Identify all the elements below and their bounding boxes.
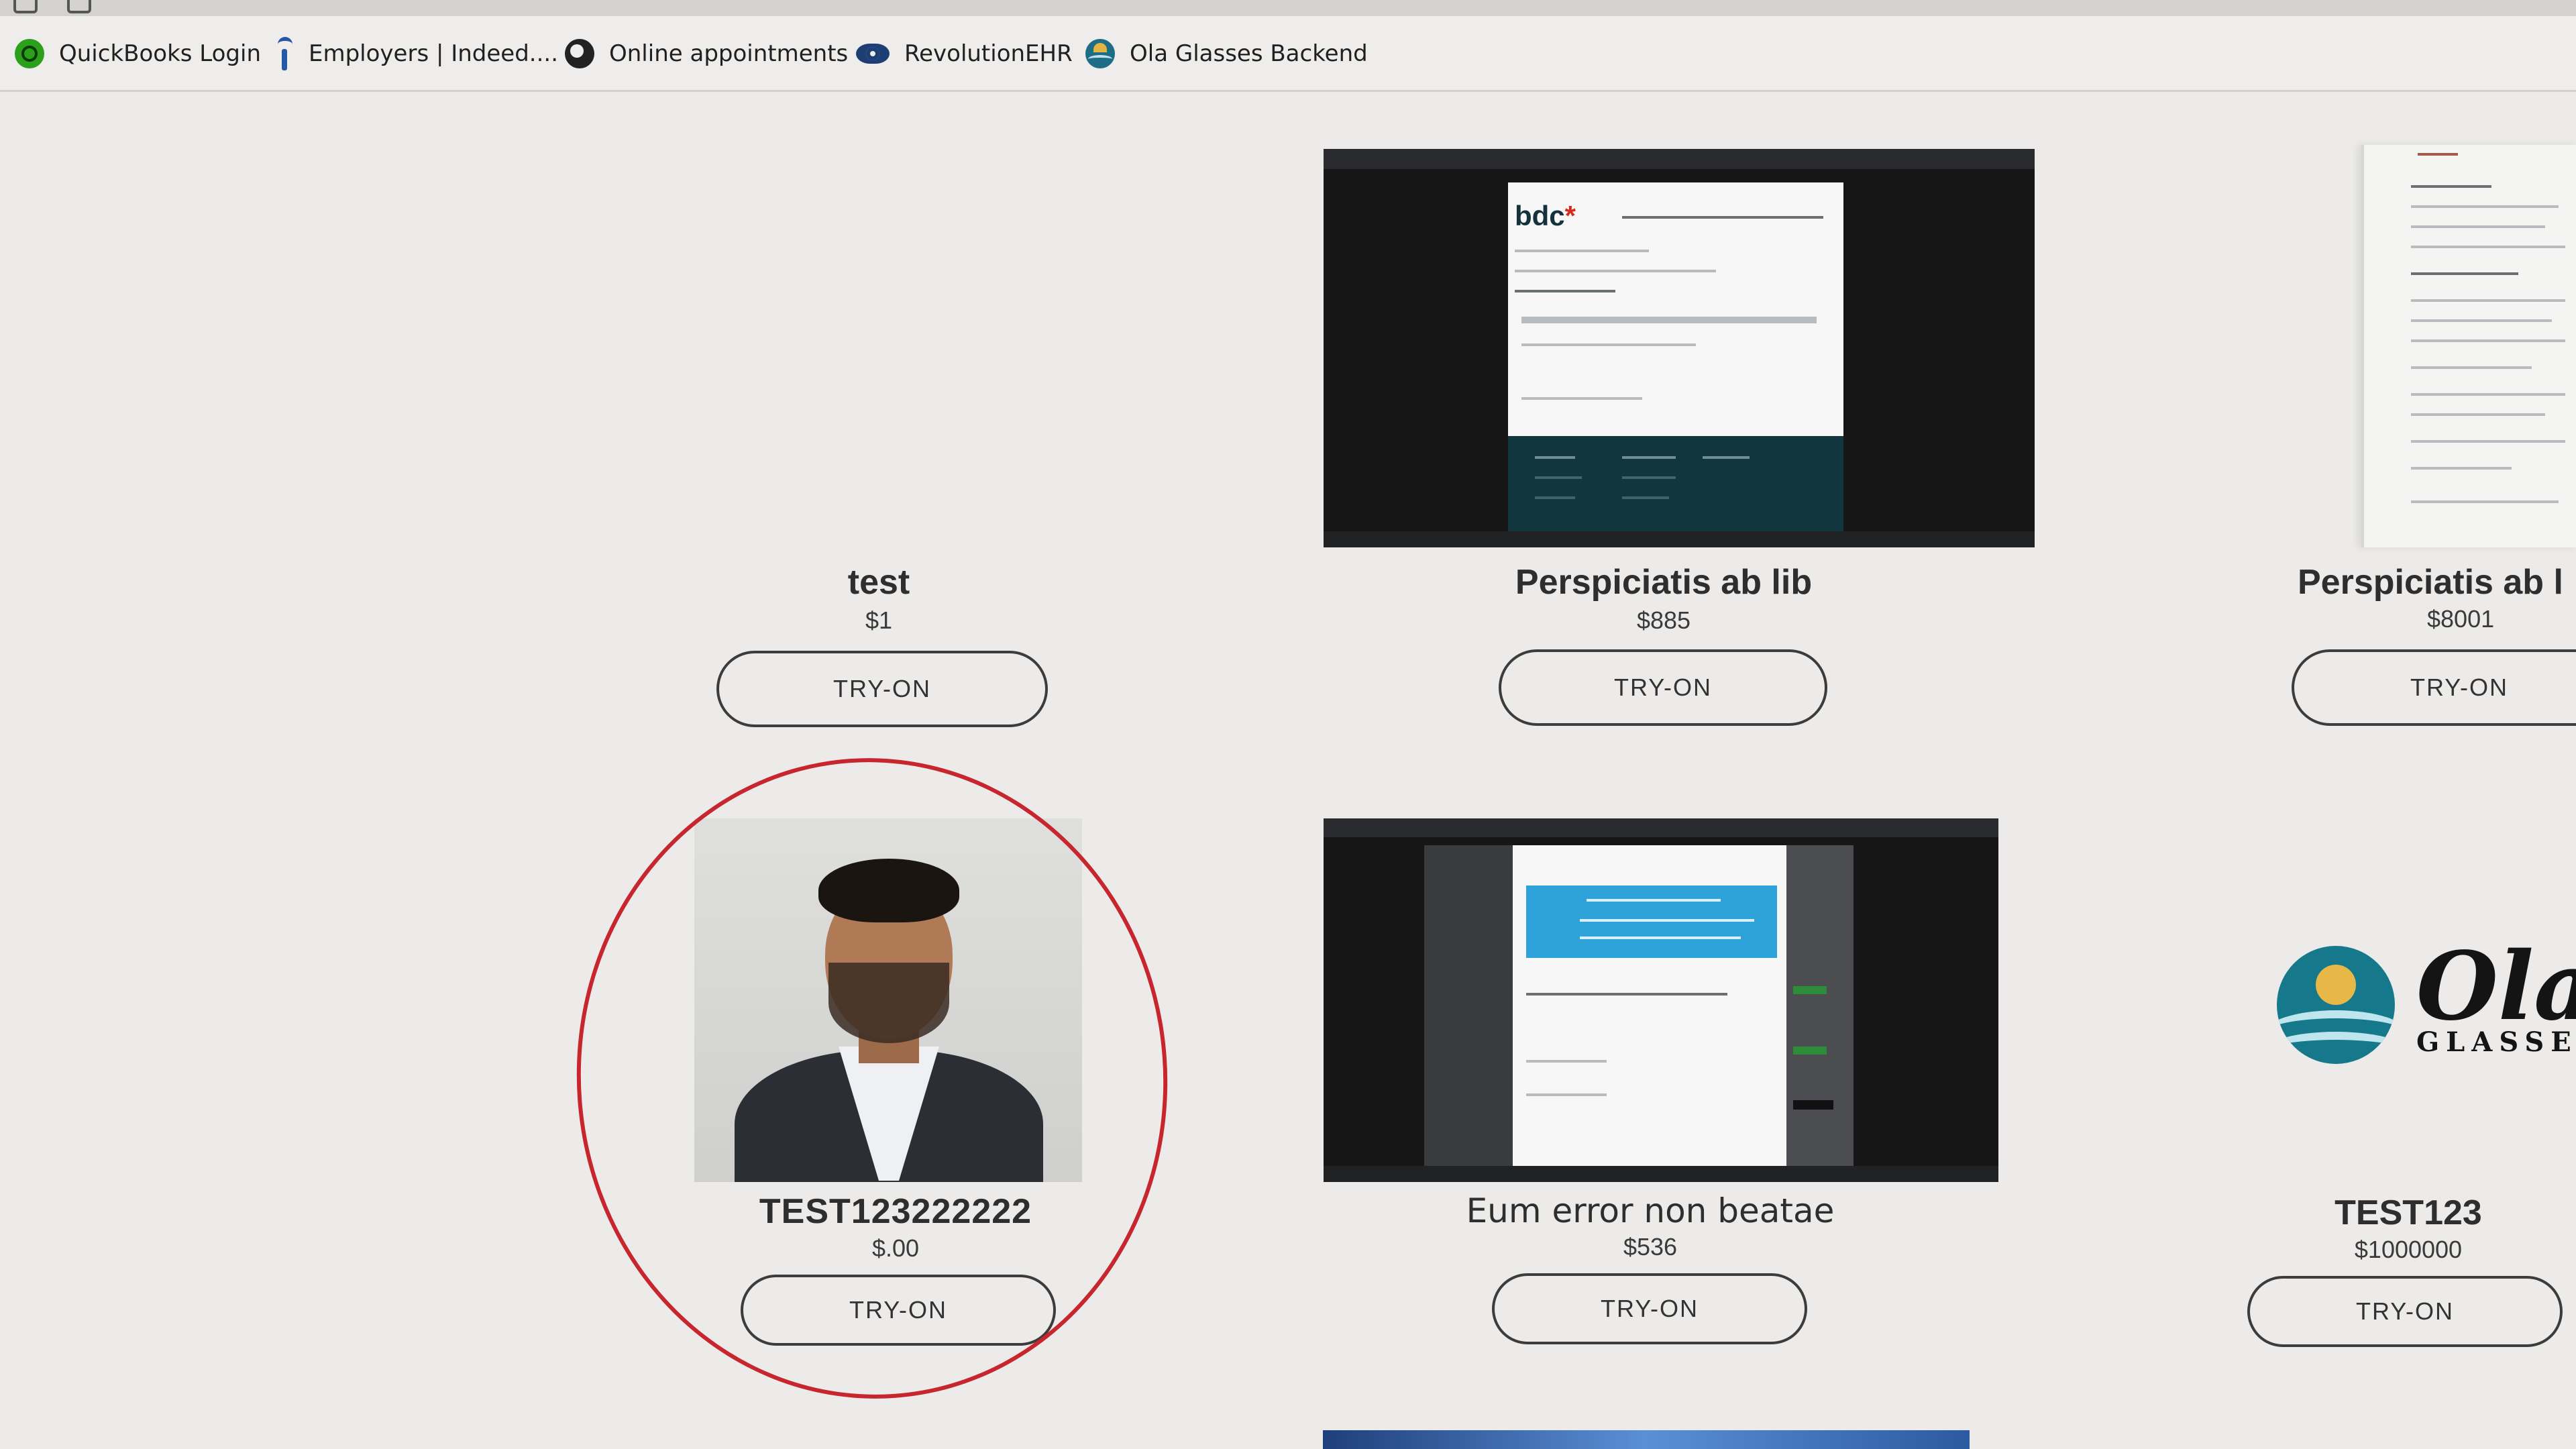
product-image[interactable] [694, 818, 1082, 1182]
next-product-image[interactable] [1323, 1430, 1970, 1449]
bookmark-label: QuickBooks Login [59, 40, 262, 67]
product-name: Perspiciatis ab l [2298, 563, 2563, 602]
eye-icon [856, 44, 890, 64]
screenshot-taskbar [1324, 1166, 1998, 1182]
try-on-button[interactable]: TRY-ON [716, 651, 1048, 727]
globe-icon [565, 39, 594, 68]
screenshot-tab-bar [1324, 149, 2035, 169]
bookmark-label: Ola Glasses Backend [1130, 40, 1368, 67]
try-on-button[interactable]: TRY-ON [741, 1275, 1056, 1346]
ola-logo-wordmark: Ola [2416, 932, 2576, 1042]
product-image[interactable]: Ola GLASSES [2267, 926, 2576, 1073]
bookmarks-bar: QuickBooks Login Employers | Indeed.... … [0, 16, 2576, 92]
bdc-logo-text: bdc [1515, 200, 1565, 231]
screenshot-page: bdc* [1508, 182, 1843, 436]
bookmark-label: RevolutionEHR [904, 40, 1073, 67]
ola-logo-subtitle: GLASSES [2416, 1026, 2576, 1058]
product-price: $885 [1636, 606, 1691, 634]
screenshot-footer [1508, 436, 1843, 537]
screenshot-panel [1786, 845, 1854, 1166]
product-price: $.00 [871, 1234, 920, 1262]
screenshot-tab-bar [1324, 818, 1998, 837]
bookmark-indeed[interactable]: Employers | Indeed.... [274, 34, 558, 74]
bookmark-label: Online appointments [609, 40, 849, 67]
bookmark-revolutionehr[interactable]: RevolutionEHR [856, 34, 1073, 74]
try-on-button[interactable]: TRY-ON [2247, 1276, 2563, 1347]
product-price: $1000000 [2354, 1236, 2463, 1263]
screenshot-dialog [1526, 885, 1777, 958]
window-title-strip [0, 0, 2576, 16]
product-image[interactable] [2361, 145, 2576, 547]
product-price: $1 [865, 606, 893, 634]
product-name: Perspiciatis ab lib [1515, 563, 1813, 602]
product-name: TEST123222222 [759, 1192, 1032, 1231]
bdc-logo: bdc* [1515, 200, 1576, 231]
bookmark-label: Employers | Indeed.... [309, 40, 559, 67]
try-on-button[interactable]: TRY-ON [1492, 1273, 1807, 1344]
window-control-icon[interactable] [13, 0, 38, 13]
portrait-beard [828, 963, 949, 1043]
product-name: Eum error non beatae [1466, 1191, 1835, 1230]
product-image[interactable] [1324, 818, 1998, 1182]
product-image[interactable]: bdc* [1324, 149, 2035, 547]
product-price: $536 [1623, 1233, 1678, 1260]
try-on-button[interactable]: TRY-ON [2292, 649, 2576, 726]
screenshot-taskbar [1324, 531, 2035, 547]
quickbooks-icon [15, 39, 44, 68]
screenshot-page [1513, 845, 1786, 1166]
ola-icon [1085, 39, 1115, 68]
try-on-button[interactable]: TRY-ON [1499, 649, 1827, 726]
window-control-icon[interactable] [67, 0, 91, 13]
portrait-hair [818, 859, 959, 922]
bookmark-quickbooks[interactable]: QuickBooks Login [15, 34, 261, 74]
bookmark-online-appointments[interactable]: Online appointments [565, 34, 848, 74]
indeed-icon [274, 37, 294, 70]
ola-logo-icon [2277, 946, 2395, 1064]
product-name: TEST123 [2334, 1193, 2482, 1232]
product-price: $8001 [2427, 605, 2495, 633]
product-name: test [847, 563, 910, 602]
bookmark-ola-glasses-backend[interactable]: Ola Glasses Backend [1085, 34, 1368, 74]
